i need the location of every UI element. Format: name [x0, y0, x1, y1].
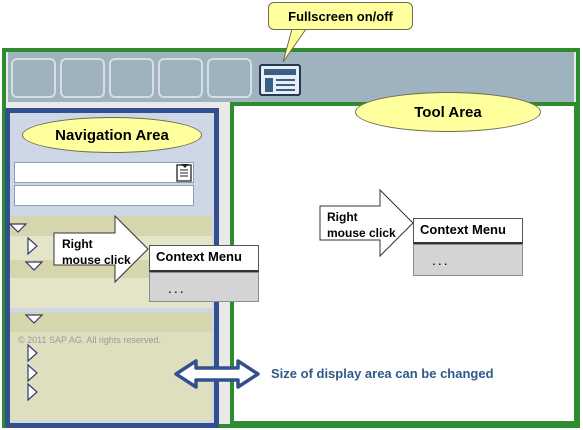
tool-context-menu-body[interactable]: ... — [413, 244, 523, 276]
nav-context-menu-title[interactable]: Context Menu — [149, 245, 259, 272]
resize-label: Size of display area can be changed — [271, 366, 494, 381]
nav-right-click-label: Right mouse click — [62, 237, 131, 267]
resize-double-arrow-icon — [174, 359, 260, 389]
nav-context-menu-body[interactable]: ... — [149, 272, 259, 302]
tool-right-click-label: Right mouse click — [327, 210, 396, 240]
tool-context-menu-title[interactable]: Context Menu — [413, 218, 523, 244]
